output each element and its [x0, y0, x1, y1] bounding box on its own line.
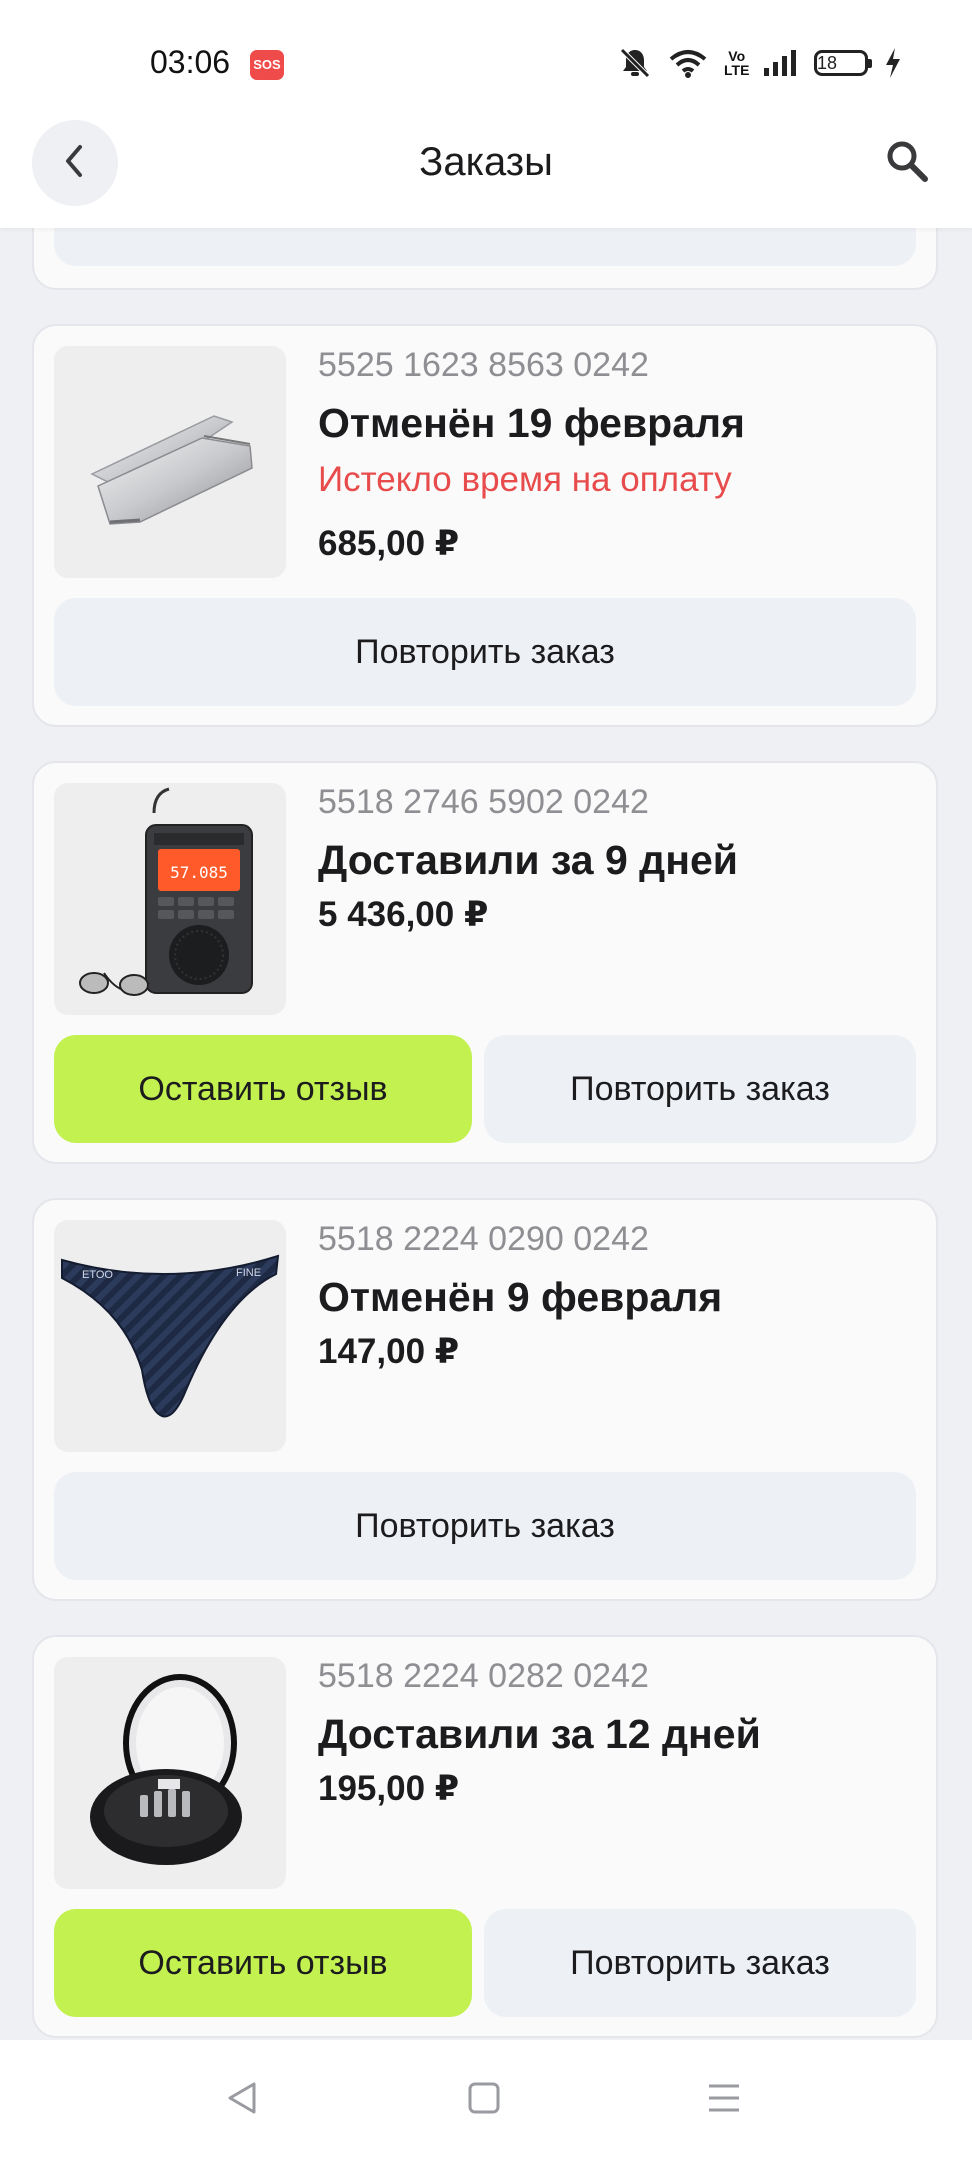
system-home-button[interactable] — [454, 2070, 514, 2130]
order-number: 5518 2746 5902 0242 — [318, 783, 649, 821]
product-image-knife[interactable] — [54, 346, 286, 578]
leave-review-button[interactable]: Оставить отзыв — [54, 1909, 472, 2017]
order-number: 5525 1623 8563 0242 — [318, 346, 649, 384]
system-menu-button[interactable] — [694, 2070, 754, 2130]
menu-lines-icon — [704, 2078, 744, 2123]
sos-badge: SOS — [250, 50, 284, 80]
order-number: 5518 2224 0282 0242 — [318, 1657, 649, 1695]
mute-bell-icon — [618, 46, 652, 80]
svg-text:FINE: FINE — [236, 1267, 261, 1279]
product-image-underwear[interactable]: ETOO FINE — [54, 1220, 286, 1452]
svg-text:57.085: 57.085 — [170, 863, 228, 882]
repeat-order-button[interactable]: Повторить заказ — [54, 598, 916, 706]
charging-bolt-icon — [884, 47, 902, 79]
triangle-back-icon — [222, 2078, 262, 2123]
system-back-button[interactable] — [212, 2070, 272, 2130]
page-title: Заказы — [419, 140, 553, 184]
leave-review-button[interactable]: Оставить отзыв — [54, 1035, 472, 1143]
order-number: 5518 2224 0290 0242 — [318, 1220, 649, 1258]
search-button[interactable] — [874, 130, 940, 196]
order-price: 195,00 ₽ — [318, 1769, 460, 1808]
signal-icon — [762, 48, 798, 78]
app-header: Заказы — [0, 110, 972, 228]
order-status: Отменён 19 февраля — [318, 400, 745, 446]
wifi-icon — [668, 47, 708, 79]
order-price: 685,00 ₽ — [318, 524, 460, 563]
order-status: Доставили за 9 дней — [318, 837, 738, 883]
order-card[interactable]: 5525 1623 8563 0242 Отменён 19 февраля И… — [32, 324, 938, 727]
order-price: 147,00 ₽ — [318, 1332, 460, 1371]
repeat-order-button[interactable]: Повторить заказ — [54, 1472, 916, 1580]
order-status: Отменён 9 февраля — [318, 1274, 723, 1320]
order-status-note: Истекло время на оплату — [318, 460, 732, 499]
repeat-order-button[interactable]: Повторить заказ — [484, 1909, 916, 2017]
product-image-radio[interactable]: 57.085 — [54, 783, 286, 1015]
order-card[interactable]: 5518 2224 0282 0242 Доставили за 12 дней… — [32, 1635, 938, 2038]
repeat-order-button[interactable]: Повторить заказ — [484, 1035, 916, 1143]
search-icon — [883, 137, 931, 190]
order-price: 5 436,00 ₽ — [318, 895, 489, 934]
status-icons: Vo LTE 18 — [618, 46, 902, 80]
status-bar: 03:06 SOS Vo LTE 18 — [0, 0, 972, 110]
product-image-cable-kit[interactable] — [54, 1657, 286, 1889]
order-card[interactable]: 57.085 5518 2746 5902 0242 Доставили за … — [32, 761, 938, 1164]
square-home-icon — [464, 2078, 504, 2123]
order-card[interactable]: ETOO FINE 5518 2224 0290 0242 Отменён 9 … — [32, 1198, 938, 1601]
svg-text:ETOO: ETOO — [82, 1269, 113, 1281]
status-time: 03:06 — [150, 44, 231, 80]
volte-label: Vo LTE — [724, 48, 750, 78]
order-status: Доставили за 12 дней — [318, 1711, 761, 1757]
system-navigation-bar — [0, 2040, 972, 2160]
battery-indicator: 18 — [814, 50, 872, 76]
